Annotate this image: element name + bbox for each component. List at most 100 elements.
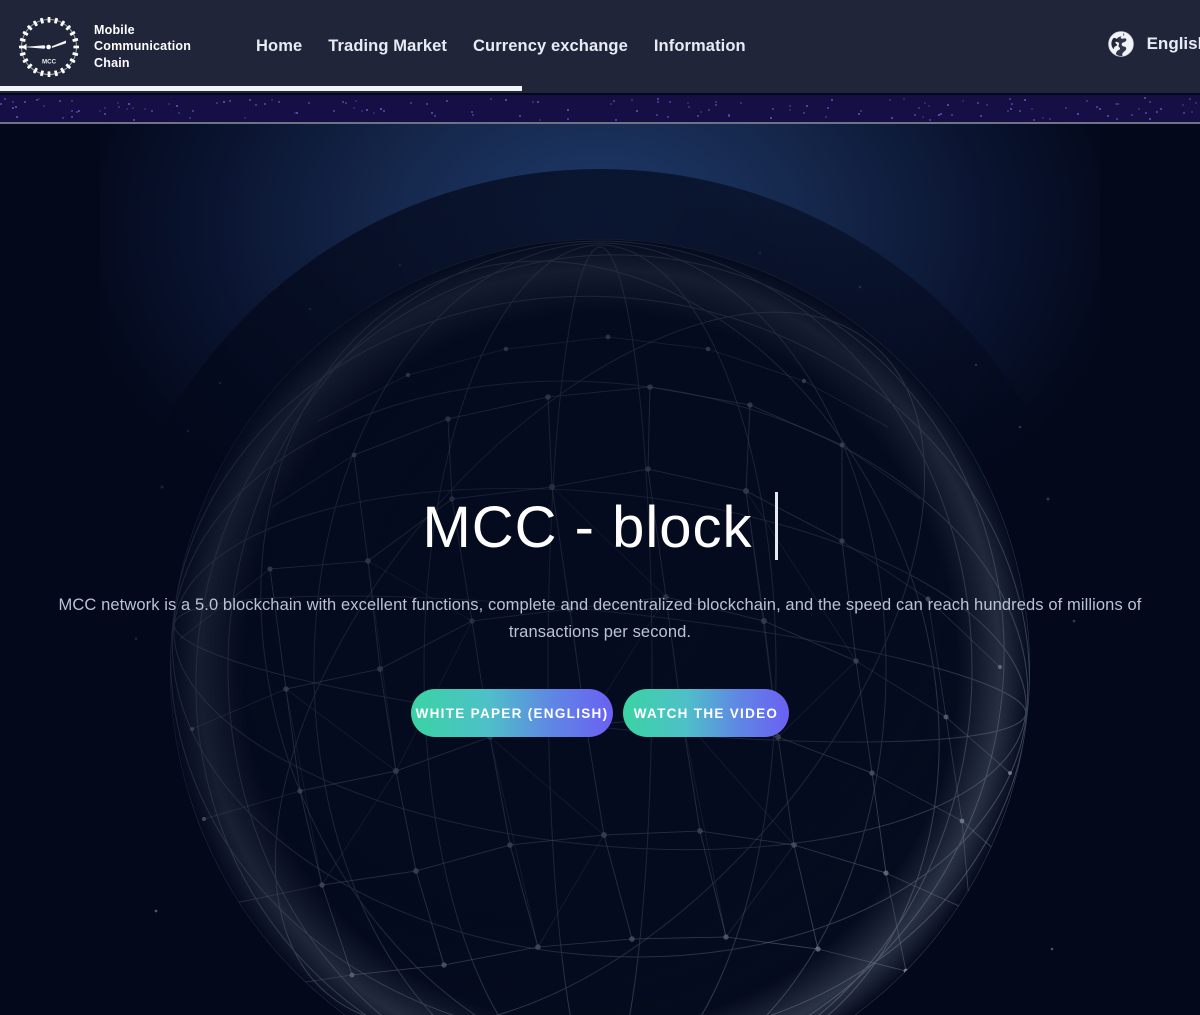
main-navigation: Home Trading Market Currency exchange In…	[256, 37, 746, 56]
band-speck	[446, 100, 448, 103]
band-speck	[383, 109, 386, 112]
band-speck	[70, 116, 73, 119]
band-speck	[277, 101, 280, 104]
nav-item-currency-exchange[interactable]: Currency exchange	[473, 37, 628, 56]
band-speck	[687, 102, 690, 105]
band-speck	[12, 100, 14, 103]
band-speck	[788, 109, 791, 112]
hero-title-row: MCC - block	[422, 492, 778, 564]
band-speck	[1009, 98, 1011, 100]
language-label: English	[1146, 34, 1200, 53]
band-speck	[566, 117, 569, 120]
band-speck	[434, 115, 437, 118]
band-speck	[825, 116, 828, 119]
band-speck	[24, 101, 27, 104]
white-paper-button[interactable]: WHITE PAPER (ENGLISH)	[411, 689, 613, 738]
band-speck	[365, 108, 368, 111]
band-speck	[342, 101, 344, 104]
watch-video-button[interactable]: WATCH THE VIDEO	[623, 689, 789, 738]
band-speck	[940, 113, 943, 115]
accent-band	[0, 95, 1200, 124]
band-speck	[979, 115, 982, 118]
band-speck	[345, 101, 348, 104]
band-speck	[728, 115, 731, 118]
band-speck	[71, 110, 74, 113]
band-speck	[1148, 117, 1151, 120]
band-speck	[1010, 108, 1013, 111]
band-speck	[961, 100, 964, 103]
band-speck	[566, 109, 569, 112]
typing-caret	[774, 492, 778, 560]
band-speck	[296, 112, 299, 114]
band-speck	[264, 102, 267, 105]
band-speck	[1114, 103, 1117, 106]
band-speck	[986, 104, 989, 107]
band-speck	[889, 98, 892, 101]
language-selector[interactable]: English	[1107, 30, 1200, 58]
band-speck	[830, 99, 833, 102]
band-speck	[635, 109, 638, 112]
band-speck	[244, 116, 247, 119]
band-speck	[537, 100, 540, 103]
band-speck	[504, 99, 507, 102]
band-speck	[361, 110, 364, 113]
band-speck	[903, 97, 906, 100]
nav-item-home[interactable]: Home	[256, 37, 302, 56]
svg-text:MCC: MCC	[42, 58, 57, 65]
band-speck	[104, 106, 106, 109]
header-active-underline	[0, 86, 522, 91]
band-speck	[789, 105, 792, 108]
band-speck	[1023, 99, 1026, 102]
band-speck	[1156, 111, 1158, 114]
band-speck	[150, 109, 153, 112]
band-speck	[489, 97, 492, 100]
compass-ring-icon: MCC	[14, 12, 84, 82]
band-speck	[78, 110, 81, 113]
page-title: MCC - block	[422, 495, 753, 560]
band-speck	[922, 116, 925, 119]
band-speck	[1032, 118, 1035, 121]
band-speck	[1030, 108, 1033, 111]
nav-item-trading-market[interactable]: Trading Market	[328, 37, 447, 56]
band-speck	[409, 101, 412, 104]
band-speck	[538, 118, 541, 121]
band-speck	[631, 99, 634, 102]
band-speck	[708, 108, 711, 111]
band-speck	[188, 116, 191, 119]
band-speck	[471, 110, 474, 113]
band-speck	[131, 107, 134, 109]
band-speck	[1116, 117, 1119, 120]
band-speck	[1116, 102, 1119, 105]
band-speck	[1194, 101, 1197, 104]
band-speck	[373, 111, 376, 114]
band-speck	[739, 102, 742, 105]
band-speck	[0, 103, 3, 106]
band-speck	[532, 101, 534, 103]
band-speck	[1130, 114, 1133, 117]
band-speck	[806, 104, 809, 107]
band-speck	[656, 97, 659, 100]
band-speck	[472, 114, 475, 117]
logo-line-1: Mobile	[94, 22, 135, 37]
band-speck	[715, 100, 718, 103]
band-speck	[715, 103, 718, 106]
band-speck	[1107, 114, 1109, 117]
band-speck	[923, 101, 926, 104]
band-speck	[1006, 110, 1009, 113]
globe-icon	[1107, 30, 1135, 58]
band-speck	[1042, 117, 1045, 120]
band-speck	[125, 108, 128, 111]
logo[interactable]: MCC Mobile Communication Chain	[14, 12, 214, 82]
band-speck	[687, 106, 690, 109]
band-speck	[859, 109, 862, 112]
band-speck	[802, 112, 805, 115]
band-speck	[430, 112, 433, 115]
band-speck	[1138, 108, 1140, 111]
band-speck	[425, 103, 428, 106]
band-speck	[1181, 103, 1184, 106]
band-speck	[353, 106, 356, 109]
band-speck	[127, 103, 130, 106]
band-speck	[61, 116, 64, 119]
band-speck	[15, 116, 18, 119]
nav-item-information[interactable]: Information	[654, 37, 746, 56]
